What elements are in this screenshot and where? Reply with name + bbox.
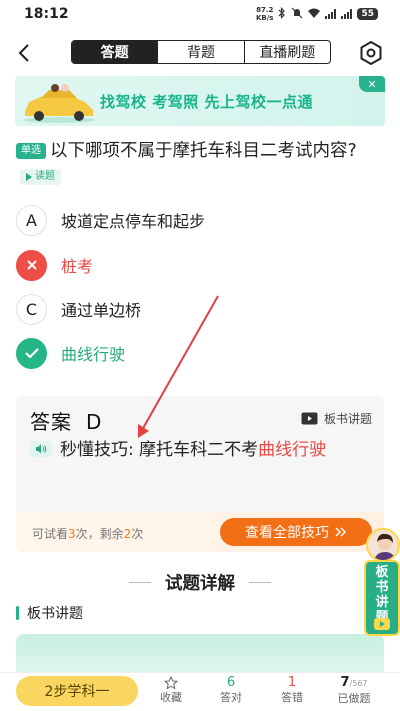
detail-title-text: 试题详解 — [165, 574, 235, 594]
study-button[interactable]: 2步学科一 — [16, 676, 138, 706]
option-c[interactable]: C 通过单边桥 — [16, 293, 376, 325]
tab-memorize[interactable]: 背题 — [157, 41, 243, 63]
wrong-label: 答错 — [281, 691, 303, 704]
done-count: 7 — [340, 675, 350, 690]
mute-icon — [291, 7, 303, 21]
play-icon-floating — [374, 618, 390, 630]
board-explain-label: 板书讲题 — [323, 412, 372, 426]
heading-accent-bar — [16, 606, 19, 620]
view-all-tips-label: 查看全部技巧 — [245, 525, 329, 541]
option-a[interactable]: A 坡道定点停车和起步 — [16, 204, 376, 236]
read-question-label: 读题 — [35, 171, 55, 182]
bottom-bar: 2步学科一 收藏 6 答对 1 答错 7/567 已做题 — [0, 672, 400, 711]
progress-button[interactable]: 7/567 已做题 — [329, 675, 379, 706]
read-question-button[interactable]: 读题 — [20, 169, 61, 185]
progress-count: 7/567 — [329, 675, 379, 692]
tries-pre: 可试看 — [32, 527, 69, 541]
question-text: 以下哪项不属于摩托车科目二考试内容? — [50, 141, 357, 161]
board-video-preview[interactable] — [16, 634, 384, 674]
back-arrow-icon[interactable] — [14, 40, 36, 66]
option-b[interactable]: 桩考 — [16, 249, 376, 281]
wifi-icon — [308, 8, 321, 20]
answer-heading: 答案 D — [30, 406, 102, 435]
total-count: /567 — [349, 679, 368, 688]
network-speed: 87.2 KB/s — [256, 6, 273, 22]
signal-icon-2 — [341, 9, 353, 19]
correct-count: 6 — [226, 675, 236, 690]
tries-mid: 次，剩余 — [75, 527, 124, 541]
board-heading: 板书讲题 — [16, 603, 83, 623]
tries-count: 3 — [68, 527, 76, 541]
mode-tabs: 答题 背题 直播刷题 — [71, 40, 331, 64]
detail-section-title: 试题详解 — [0, 570, 400, 595]
ad-banner[interactable]: 找驾校 考驾照 先上驾校一点通 ✕ — [15, 76, 385, 126]
answer-card: 答案 D 板书讲题 秒懂技巧: 摩托车科二不考曲线行驶 可试看3次，剩余2次 查看… — [16, 396, 384, 552]
option-d-text: 曲线行驶 — [61, 345, 126, 364]
signal-icon — [325, 9, 337, 19]
double-chevron-right-icon — [335, 527, 347, 537]
teacher-avatar[interactable] — [366, 528, 400, 562]
favorite-button[interactable]: 收藏 — [146, 675, 196, 705]
tries-info: 可试看3次，剩余2次 — [32, 525, 143, 542]
floating-board-label: 板书讲题 — [375, 565, 389, 625]
battery-icon: 55 — [357, 8, 378, 20]
answer-value: D — [86, 410, 103, 434]
wrong-count: 1 — [287, 675, 297, 690]
status-bar: 18:12 87.2 KB/s 55 — [0, 0, 400, 28]
option-c-badge: C — [16, 293, 47, 325]
option-a-text: 坡道定点停车和起步 — [61, 212, 206, 231]
option-c-text: 通过单边桥 — [61, 301, 142, 320]
option-d[interactable]: 曲线行驶 — [16, 337, 376, 369]
star-icon — [164, 676, 178, 690]
divider-left — [129, 582, 151, 583]
quick-tip-highlight: 曲线行驶 — [258, 440, 327, 460]
answer-label: 答案 — [30, 410, 72, 434]
tries-post: 次 — [131, 527, 144, 541]
option-b-text: 桩考 — [61, 257, 94, 276]
status-time: 18:12 — [24, 6, 69, 22]
car-illustration — [23, 84, 95, 123]
network-speed-value: 87.2 — [256, 6, 274, 14]
speaker-icon[interactable] — [30, 441, 52, 457]
top-nav: 答题 背题 直播刷题 — [0, 38, 400, 68]
quick-tip-text: 秒懂技巧: 摩托车科二不考 — [60, 440, 259, 460]
divider-right — [249, 582, 271, 583]
status-icons: 87.2 KB/s 55 — [256, 6, 378, 22]
correct-label: 答对 — [220, 691, 242, 704]
wrong-mark-icon — [16, 249, 47, 281]
play-icon — [26, 173, 32, 181]
done-label: 已做题 — [337, 692, 371, 705]
banner-text: 找驾校 考驾照 先上驾校一点通 — [100, 93, 313, 111]
view-all-tips-button[interactable]: 查看全部技巧 — [220, 518, 372, 546]
board-heading-text: 板书讲题 — [27, 606, 83, 622]
board-explain-link[interactable]: 板书讲题 — [301, 410, 372, 427]
video-icon — [301, 412, 318, 425]
tab-answer[interactable]: 答题 — [72, 41, 158, 63]
option-a-badge: A — [16, 204, 47, 236]
check-mark-icon — [16, 337, 47, 369]
bluetooth-icon — [278, 7, 286, 21]
wrong-count-button[interactable]: 1 答错 — [267, 675, 317, 705]
settings-icon[interactable] — [358, 40, 384, 66]
quick-tip: 秒懂技巧: 摩托车科二不考曲线行驶 — [30, 438, 370, 462]
network-speed-unit: KB/s — [255, 14, 274, 22]
favorite-label: 收藏 — [160, 691, 182, 704]
tab-live-practice[interactable]: 直播刷题 — [243, 41, 330, 63]
tips-bar: 可试看3次，剩余2次 查看全部技巧 — [16, 512, 384, 552]
question: 单选 以下哪项不属于摩托车科目二考试内容? 读题 — [16, 137, 384, 193]
correct-count-button[interactable]: 6 答对 — [206, 675, 256, 705]
question-type-badge: 单选 — [16, 143, 46, 159]
close-icon[interactable]: ✕ — [359, 76, 385, 92]
